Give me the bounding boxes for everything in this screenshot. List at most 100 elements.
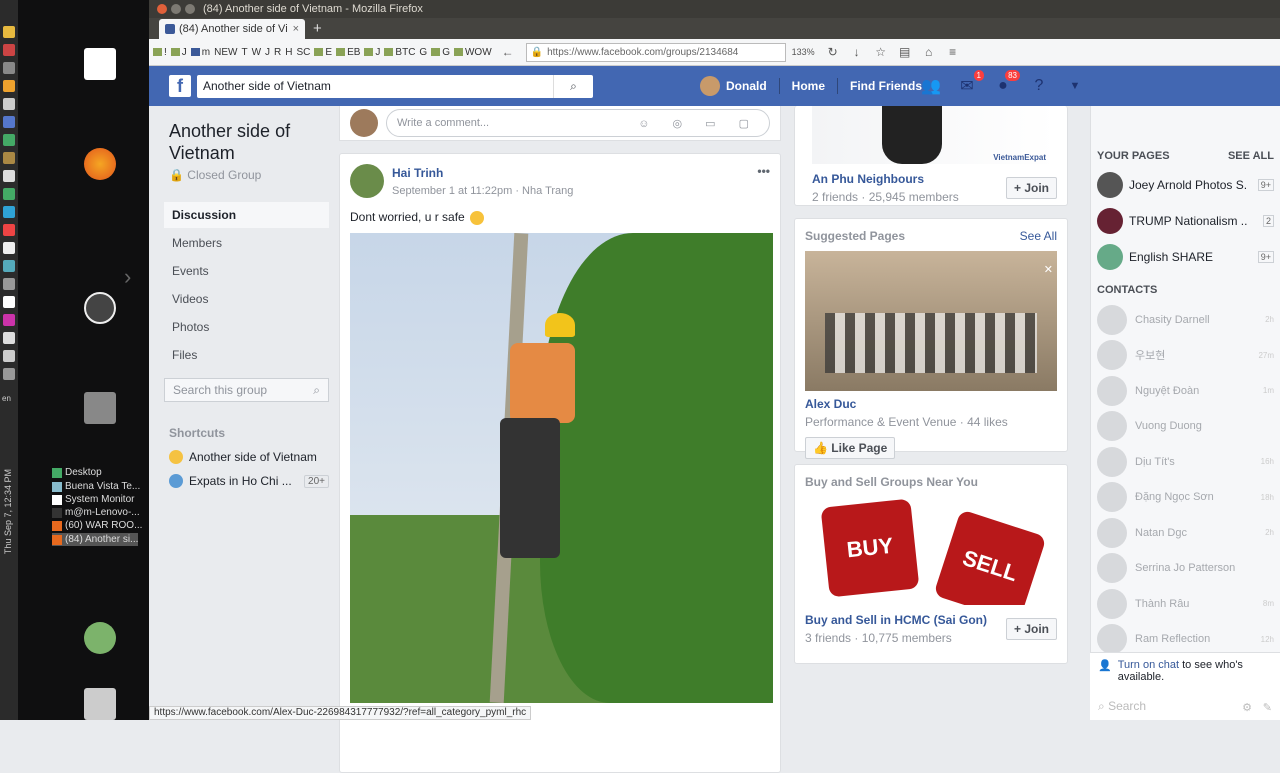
taskbar-item[interactable]: Buena Vista Te... [52, 480, 140, 493]
taskbar-item[interactable]: (84) Another si... [52, 533, 139, 546]
contact-item[interactable]: Thành Râu 8m [1091, 586, 1280, 622]
reload-icon[interactable]: ↻ [826, 45, 840, 59]
bookmark-item[interactable]: J [170, 47, 187, 58]
new-tab-button[interactable]: + [313, 20, 322, 37]
bookmark-item[interactable]: R [274, 47, 281, 58]
nav-item-events[interactable]: Events [164, 258, 329, 284]
app-icon[interactable] [3, 116, 15, 128]
app-icon[interactable] [3, 62, 15, 74]
app-icon[interactable] [3, 206, 15, 218]
home-icon[interactable]: ⌂ [922, 45, 936, 59]
chevron-right-icon[interactable]: › [124, 264, 131, 290]
trash-icon[interactable] [84, 688, 116, 720]
app-icon[interactable] [3, 242, 15, 254]
app-icon[interactable] [3, 188, 15, 200]
contact-item[interactable]: Serrina Jo Patterson [1091, 551, 1280, 587]
app-icon[interactable] [3, 26, 15, 38]
chat-search-input[interactable]: ⌕ Search [1098, 699, 1146, 714]
app-icon[interactable] [3, 134, 15, 146]
bookmark-item[interactable]: m [190, 47, 210, 58]
close-tab-icon[interactable]: × [293, 23, 299, 35]
bookmark-star-icon[interactable]: ☆ [874, 45, 888, 59]
nav-item-videos[interactable]: Videos [164, 286, 329, 312]
back-icon[interactable]: ← [501, 45, 515, 59]
app-icon[interactable] [3, 224, 15, 236]
nav-item-discussion[interactable]: Discussion [164, 202, 329, 228]
comment-input[interactable]: Write a comment... ☺ ◎ ▭ ▢ [386, 109, 770, 137]
see-all-link[interactable]: See All [1020, 229, 1057, 243]
group-title[interactable]: Another side of Vietnam [164, 120, 329, 164]
app-icon[interactable] [3, 314, 15, 326]
app-icon[interactable] [3, 278, 15, 290]
messenger-icon[interactable]: ✉ 1 [957, 70, 984, 96]
bookmark-item[interactable]: J [265, 47, 270, 58]
app-icon[interactable] [3, 170, 15, 182]
chevron-down-icon[interactable]: ▼ [1065, 76, 1085, 96]
profile-link[interactable]: Donald [726, 79, 767, 93]
group-name[interactable]: An Phu Neighbours [812, 172, 959, 186]
bookmark-item[interactable]: EB [336, 47, 360, 58]
search-icon[interactable]: ⌕ [313, 383, 320, 398]
library-icon[interactable]: ▤ [898, 45, 912, 59]
app-icon[interactable] [3, 98, 15, 110]
shortcut-item[interactable]: Expats in Ho Chi ... 20+ [164, 474, 329, 488]
contact-item[interactable]: Natan Dgc 2h [1091, 515, 1280, 551]
minimize-button[interactable] [171, 4, 181, 14]
bookmark-item[interactable]: H [285, 47, 292, 58]
contact-item[interactable]: Nguyệt Đoàn 1m [1091, 373, 1280, 409]
bookmark-item[interactable]: G [431, 47, 450, 58]
clock[interactable]: Thu Sep 7, 12:34 PM [3, 469, 13, 554]
bookmark-item[interactable]: ! [153, 47, 167, 58]
avatar[interactable] [700, 76, 720, 96]
search-input[interactable]: Another side of Vietnam ⌕ [197, 74, 593, 98]
bookmark-item[interactable]: BTC [384, 47, 415, 58]
download-icon[interactable]: ↓ [850, 45, 864, 59]
contact-item[interactable]: Dịu Tít's 16h [1091, 444, 1280, 480]
close-icon[interactable]: ✕ [1044, 263, 1053, 276]
bookmark-item[interactable]: E [314, 47, 332, 58]
join-button[interactable]: + Join [1005, 618, 1057, 640]
help-icon[interactable]: ? [1029, 76, 1049, 96]
contact-item[interactable]: Vuong Duong [1091, 409, 1280, 445]
taskbar-item[interactable]: m@m-Lenovo-... [52, 506, 140, 519]
nav-item-photos[interactable]: Photos [164, 314, 329, 340]
menu-icon[interactable]: ≡ [946, 45, 960, 59]
see-all-link[interactable]: SEE ALL [1228, 150, 1274, 162]
bookmark-item[interactable]: G [419, 47, 427, 58]
bookmark-item[interactable]: J [364, 47, 380, 58]
app-icon[interactable] [3, 260, 15, 272]
zoom-level[interactable]: 133% [792, 47, 815, 57]
buy-sell-image[interactable]: BUY SELL [805, 497, 1057, 605]
friend-requests-icon[interactable]: 👥 [921, 76, 941, 96]
app-icon[interactable] [3, 368, 15, 380]
notifications-icon[interactable]: ● 83 [993, 70, 1020, 96]
page-item[interactable]: English SHARE 9+ [1091, 244, 1280, 270]
nav-item-files[interactable]: Files [164, 342, 329, 368]
app-icon[interactable] [3, 350, 15, 362]
url-bar[interactable]: 🔒 https://www.facebook.com/groups/213468… [525, 42, 786, 62]
nav-item-members[interactable]: Members [164, 230, 329, 256]
post-meta[interactable]: September 1 at 11:22pm · Nha Trang [392, 185, 573, 197]
page-name[interactable]: Alex Duc [805, 397, 1057, 411]
taskbar-item[interactable]: Desktop [52, 466, 102, 479]
archive-icon[interactable] [84, 392, 116, 424]
firefox-icon[interactable] [84, 148, 116, 180]
app-icon[interactable] [3, 152, 15, 164]
home-link[interactable]: Home [792, 79, 825, 93]
search-icon[interactable]: ⌕ [553, 74, 593, 98]
document-icon[interactable] [84, 48, 116, 80]
like-page-button[interactable]: 👍 Like Page [805, 437, 896, 459]
bookmark-item[interactable]: W [252, 47, 261, 58]
turn-on-chat-link[interactable]: Turn on chat [1118, 659, 1179, 671]
facebook-logo-icon[interactable]: f [169, 75, 191, 97]
browser-tab[interactable]: (84) Another side of Vi × [159, 19, 305, 39]
app-icon[interactable] [3, 296, 15, 308]
group-cover-image[interactable]: VietnamExpat [812, 106, 1056, 164]
compose-icon[interactable]: ✎ [1263, 701, 1272, 714]
close-window-button[interactable] [157, 4, 167, 14]
lang-indicator[interactable]: en [2, 394, 16, 403]
post-image[interactable] [350, 232, 773, 703]
shortcut-item[interactable]: Another side of Vietnam [164, 450, 329, 464]
bookmark-item[interactable]: T [241, 47, 247, 58]
contact-item[interactable]: Chasity Darnell 2h [1091, 302, 1280, 338]
